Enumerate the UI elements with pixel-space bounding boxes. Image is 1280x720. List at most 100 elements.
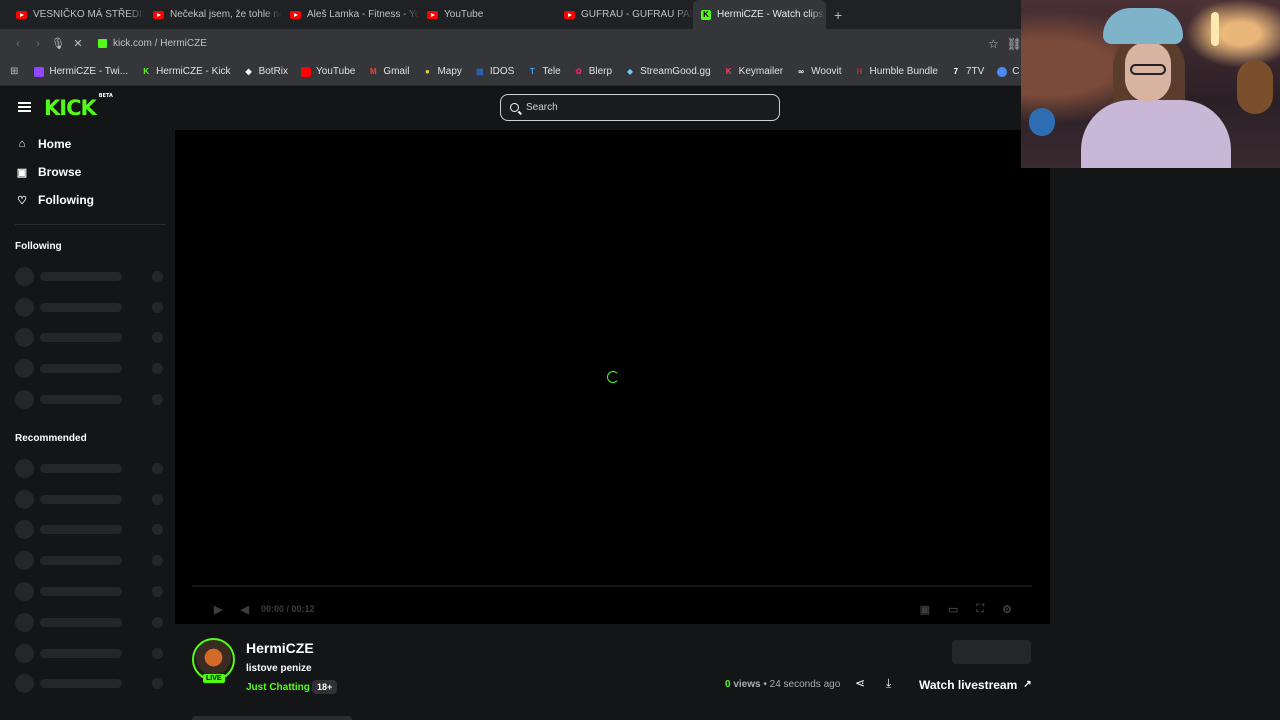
divider [15,224,166,225]
share-link-icon[interactable]: ⛓︎ [1007,37,1022,51]
bookmark[interactable]: YouTube [301,66,355,77]
menu-icon[interactable] [18,102,31,112]
list-item-skeleton [0,261,172,292]
youtube-icon [153,10,164,19]
browse-icon: ▣ [16,166,28,179]
list-item-skeleton [0,353,172,384]
following-heading: Following [15,241,62,252]
stream-title: listove penize [246,663,312,674]
list-item-skeleton [0,515,172,546]
bookmark[interactable]: ∞ Woovit [796,66,841,77]
browser-tab[interactable]: YouTube [419,0,556,29]
tele-icon: T [529,66,535,76]
age-badge: 18+ [312,680,338,694]
new-tab-button[interactable]: + [826,0,850,29]
recommended-heading: Recommended [15,432,87,444]
clip-title-partial [192,716,352,720]
youtube-icon [564,10,575,19]
kick-icon [98,39,107,48]
bookmark[interactable]: C [997,66,1019,77]
kick-page: KICKBETA ⌂Home ▣Browse ♡Following Follow… [0,86,1050,720]
following-list [0,261,172,415]
plush-toy [1237,60,1273,114]
bookmark[interactable]: ▥ IDOS [475,66,514,77]
home-icon: ⌂ [18,138,26,150]
loading-spinner-icon [607,371,619,383]
list-item-skeleton [0,669,172,700]
youtube-icon [290,10,301,19]
list-item-skeleton [0,453,172,484]
search-input[interactable] [526,102,766,113]
views-label: views [733,679,761,690]
url-field[interactable]: kick.com / HermiCZE [98,38,207,49]
bookmark[interactable]: H Humble Bundle [855,66,938,77]
mic-icon[interactable]: 🎙︎ [48,37,68,50]
bookmark[interactable]: 7 7TV [951,66,985,77]
bookmark[interactable]: ✿ Blerp [574,66,612,77]
browser-tab[interactable]: Aleš Lamka - Fitness - YouTube [282,0,419,29]
map-pin-icon: ● [425,66,430,76]
list-item-skeleton [0,545,172,576]
bookmark[interactable]: T Tele [527,66,561,77]
sidebar-item-home[interactable]: ⌂ Home [0,130,172,158]
back-icon[interactable]: ‹ [8,38,28,50]
sidebar-item-browse[interactable]: ▣ Browse [0,158,172,186]
heart-icon: ♡ [17,194,27,207]
time-ago: 24 seconds ago [769,679,841,690]
browser-tab-active[interactable]: K HermiCZE - Watch clips on [693,0,826,29]
bookmark[interactable]: M Gmail [368,66,409,77]
star-icon[interactable]: ☆ [988,37,999,51]
sidebar: ⌂ Home ▣ Browse ♡ Following Following Recom… [0,130,172,720]
plush-toy [1029,108,1055,136]
theater-icon[interactable]: ▭ [948,603,958,616]
7tv-icon: 7 [953,66,959,76]
bookmark[interactable]: K Keymailer [724,66,783,77]
live-badge: LIVE [203,674,225,683]
download-icon[interactable]: ⤓ [886,676,891,691]
webcam-overlay [1021,0,1280,168]
search-box[interactable] [500,94,780,121]
blerp-icon: ✿ [575,66,583,76]
streamgood-icon: ⬥ [627,66,633,76]
time-display: 00:00 / 00:12 [260,604,315,614]
pip-icon[interactable]: ▣ [920,603,930,616]
fullscreen-icon[interactable]: ⛶ [976,603,984,616]
category-link[interactable]: Just Chatting [246,682,310,693]
follow-button-placeholder [952,640,1031,664]
bookmark[interactable]: ⬥ StreamGood.gg [625,66,710,77]
kick-logo[interactable]: KICK BETA [44,93,113,120]
settings-icon[interactable]: ⚙ [1002,603,1012,616]
list-item-skeleton [0,607,172,638]
video-player[interactable]: ▶ ◀︎ 00:00 / 00:12 ▣ ▭ ⛶ ⚙ [175,130,1050,624]
progress-bar[interactable] [192,585,1032,587]
list-item-skeleton [0,323,172,354]
bookmark[interactable]: HermiCZE - Twi... [34,66,128,77]
keymailer-icon: K [725,66,732,76]
bookmark[interactable]: ● Mapy [422,66,462,77]
player-controls: ▶ ◀︎ 00:00 / 00:12 ▣ ▭ ⛶ ⚙ [175,598,1050,620]
youtube-icon [427,10,438,19]
browser-tab[interactable]: VESNIČKO MÁ STŘEDISKOVÁ [8,0,145,29]
play-icon[interactable]: ▶ [214,603,222,616]
list-item-skeleton [0,638,172,669]
botrix-icon: ◆ [245,66,252,76]
browser-tab[interactable]: Nečekal jsem, že tohle někdy [145,0,282,29]
apps-grid-icon[interactable]: ⊞ [10,66,18,77]
browser-tab[interactable]: GUFRAU - GUFRAU PARTY [556,0,693,29]
forward-icon[interactable]: › [28,38,48,50]
bookmark[interactable]: ◆ BotRix [244,66,288,77]
woovit-icon: ∞ [798,66,804,76]
channel-name[interactable]: HermiCZE [246,640,314,656]
views-count: 0 [725,679,731,690]
clip-stats: 0 views • 24 seconds ago [725,679,841,690]
volume-icon[interactable]: ◀︎ [240,603,248,616]
bookmark[interactable]: K HermiCZE - Kick [141,66,230,77]
humble-icon: H [856,66,863,76]
share-icon[interactable]: ⋖ [855,676,865,690]
twitch-icon [34,66,45,77]
hat [1103,8,1183,44]
idos-icon: ▥ [476,66,484,76]
watch-livestream-button[interactable]: Watch livestream ↗ [910,672,1041,697]
stop-loading-icon[interactable]: ✕ [68,37,88,50]
sidebar-item-following[interactable]: ♡ Following [0,186,172,214]
